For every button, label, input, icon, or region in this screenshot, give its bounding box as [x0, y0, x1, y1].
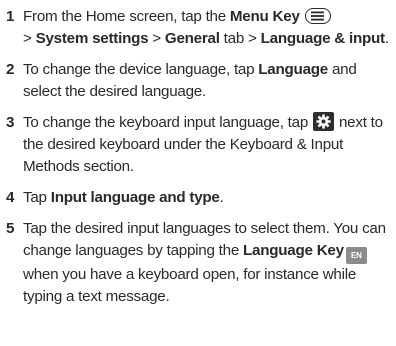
- step-number: 4: [6, 189, 15, 206]
- language-input-label: Language & input: [260, 30, 386, 47]
- step-4: 4 Tap Input language and type.: [6, 187, 390, 209]
- step-number: 3: [6, 114, 15, 131]
- gear-icon: [313, 112, 335, 131]
- step-3: 3 To change the keyboard input language,…: [6, 112, 390, 178]
- menu-key-label: Menu Key: [229, 8, 300, 25]
- step-number: 5: [6, 220, 15, 237]
- step-number: 1: [6, 8, 15, 25]
- step-text: From the Home screen, tap the Menu Key >…: [23, 8, 389, 47]
- system-settings-label: System settings: [35, 30, 149, 47]
- language-key-icon: EN: [345, 247, 367, 264]
- step-text: Tap Input language and type.: [23, 189, 224, 206]
- step-2: 2 To change the device language, tap Lan…: [6, 59, 390, 103]
- step-text: Tap the desired input languages to selec…: [23, 220, 386, 305]
- language-label: Language: [258, 61, 329, 78]
- general-tab-label: General: [164, 30, 220, 47]
- language-key-label: Language Key: [243, 242, 344, 259]
- steps-list: 1 From the Home screen, tap the Menu Key…: [6, 6, 390, 308]
- step-text: To change the keyboard input language, t…: [23, 112, 383, 175]
- step-number: 2: [6, 61, 15, 78]
- step-5: 5 Tap the desired input languages to sel…: [6, 218, 390, 308]
- menu-key-icon: [304, 8, 331, 24]
- step-text: To change the device language, tap Langu…: [23, 61, 357, 100]
- step-1: 1 From the Home screen, tap the Menu Key…: [6, 6, 390, 50]
- instructions-page: 1 From the Home screen, tap the Menu Key…: [0, 0, 396, 346]
- input-language-type-label: Input language and type: [50, 189, 220, 206]
